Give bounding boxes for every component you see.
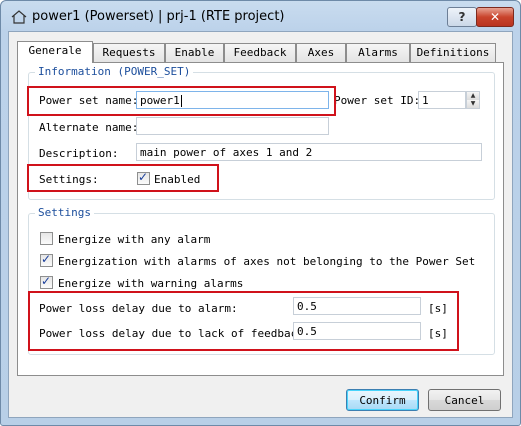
cancel-button[interactable]: Cancel	[428, 389, 501, 411]
checkmark-icon: ✓	[41, 274, 52, 288]
tab-axes[interactable]: Axes	[296, 43, 346, 62]
window-title: power1 (Powerset) | prj-1 (RTE project)	[32, 9, 285, 24]
alternate-name-label: Alternate name:	[39, 121, 139, 134]
help-button[interactable]: ?	[447, 7, 477, 27]
settings-group-title: Settings	[35, 206, 94, 219]
spin-down-icon[interactable]: ▼	[467, 100, 479, 108]
tab-definitions[interactable]: Definitions	[410, 43, 496, 62]
energize-warning-label[interactable]: Energize with warning alarms	[58, 277, 243, 290]
power-set-id-spinner[interactable]: ▲ ▼	[466, 91, 480, 109]
tab-requests[interactable]: Requests	[93, 43, 165, 62]
highlight-box-settings	[27, 164, 219, 192]
description-input[interactable]: main power of axes 1 and 2	[136, 143, 482, 161]
alternate-name-input[interactable]	[136, 117, 329, 135]
energize-any-alarm-checkbox[interactable]	[40, 232, 53, 245]
close-button[interactable]: ✕	[476, 7, 514, 27]
tab-alarms[interactable]: Alarms	[346, 43, 410, 62]
highlight-box-power-set-name	[27, 86, 336, 116]
energize-warning-checkbox[interactable]: ✓	[40, 274, 53, 289]
tab-feedback[interactable]: Feedback	[224, 43, 296, 62]
tab-generale[interactable]: Generale	[17, 41, 93, 63]
information-group-title: Information (POWER_SET)	[35, 65, 194, 78]
spin-up-icon[interactable]: ▲	[467, 92, 479, 100]
checkmark-icon: ✓	[41, 252, 52, 266]
energization-other-axes-checkbox[interactable]: ✓	[40, 252, 53, 267]
energize-any-alarm-label[interactable]: Energize with any alarm	[58, 233, 210, 246]
highlight-box-power-loss	[28, 291, 459, 351]
energization-other-axes-label[interactable]: Energization with alarms of axes not bel…	[58, 255, 475, 268]
description-label: Description:	[39, 147, 119, 160]
house-icon	[11, 10, 27, 24]
title-bar[interactable]: power1 (Powerset) | prj-1 (RTE project) …	[1, 1, 520, 33]
power-set-id-label: Power set ID:	[334, 94, 421, 107]
confirm-button[interactable]: Confirm	[346, 389, 419, 411]
power-set-id-input[interactable]: 1	[418, 91, 466, 109]
tab-enable[interactable]: Enable	[165, 43, 224, 62]
